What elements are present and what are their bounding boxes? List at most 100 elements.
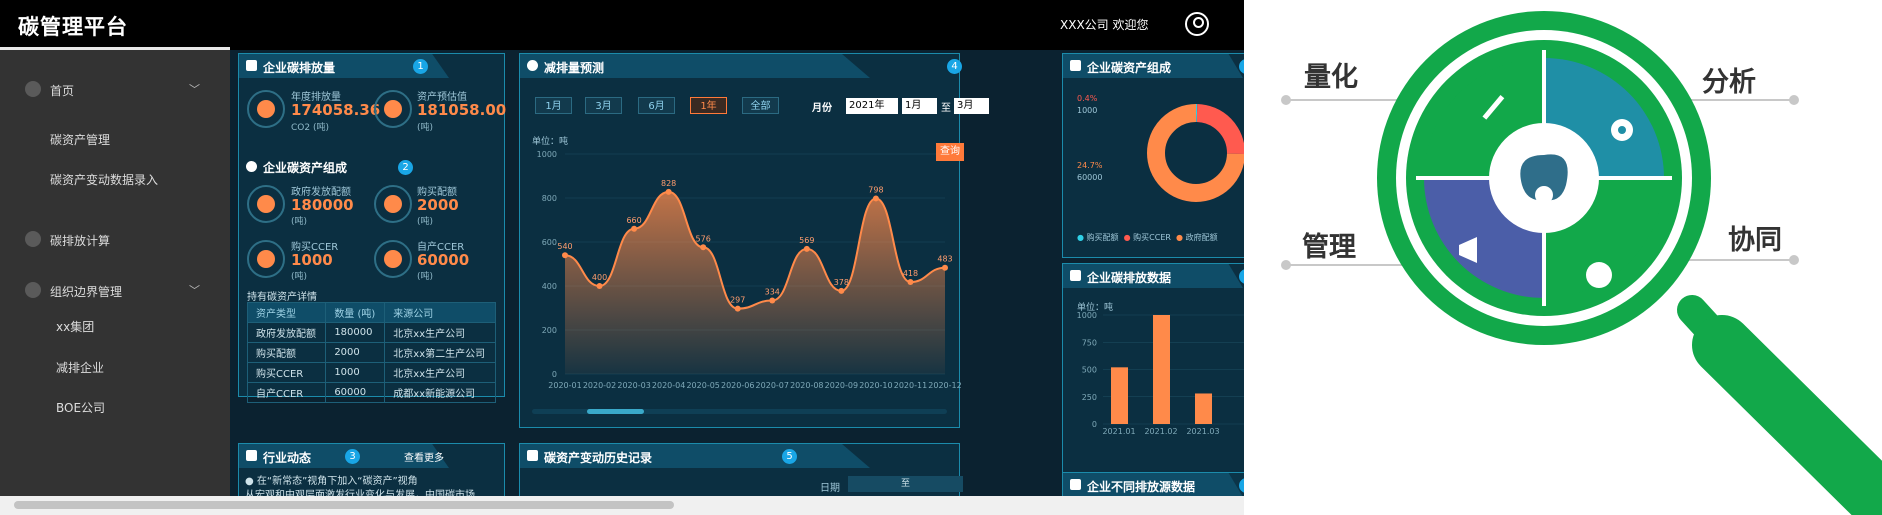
welcome-text: XXX公司 欢迎您 [1060, 18, 1149, 32]
date-range-input[interactable]: 至 [848, 476, 963, 492]
data-point [872, 195, 879, 202]
pie-label: 24.7% [1077, 161, 1103, 170]
y-tick-label: 800 [542, 194, 557, 203]
data-label: 400 [592, 273, 607, 282]
emission-bar-chart: 0 250 500 750 1000 2021.01 2021.02 2021.03 [1077, 311, 1244, 434]
chart-zoom-track[interactable] [532, 409, 947, 414]
y-tick-label: 200 [542, 326, 557, 335]
bar [1153, 315, 1170, 424]
column-header: 资产类型 [246, 302, 327, 323]
sidebar-subitem-boe[interactable]: BOE公司 [56, 399, 105, 416]
x-tick-label: 2020-12 [928, 381, 961, 390]
data-point [631, 225, 638, 232]
table-cell: 北京xx生产公司 [384, 362, 496, 383]
range-all-button[interactable]: 全部 [742, 97, 779, 114]
y-tick-label: 0 [552, 370, 557, 379]
metric-value: 174058.36 [291, 101, 381, 119]
history-panel: 碳资产变动历史记录 5 日期 至 [519, 443, 963, 496]
gov-quota-icon [247, 185, 285, 223]
pie-icon [246, 161, 257, 172]
range-6m-button[interactable]: 6月 [638, 97, 675, 114]
x-tick-label: 2020-06 [721, 381, 754, 390]
sidebar-subitem-asset-entry[interactable]: 碳资产变动数据录入 [50, 171, 158, 188]
metric-value: 180000 [291, 196, 354, 214]
composition-panel: 企业碳资产组成 6 0.4% 1000 24.7% 60000 ● 购买配额 ●… [1062, 53, 1244, 258]
date-label: 日期 [820, 483, 840, 494]
x-tick-label: 2021.01 [1102, 427, 1135, 434]
chevron-down-icon: ﹀ [189, 284, 200, 297]
panel-title: 企业碳资产组成 [263, 161, 348, 175]
x-tick-label: 2020-01 [548, 381, 581, 390]
table-cell: 北京xx生产公司 [384, 322, 496, 343]
legend-item: 购买配额 [1086, 233, 1119, 242]
from-month-select[interactable]: 1月 [902, 98, 937, 114]
panel-title: 减排量预测 [544, 61, 605, 75]
range-3m-button[interactable]: 3月 [585, 97, 622, 114]
x-tick-label: 2020-08 [790, 381, 823, 390]
data-label: 378 [834, 278, 849, 287]
promo-graphic: 量化 分析 管理 协同 [1244, 0, 1882, 515]
news-item[interactable]: 从宏观和中观层面激发行业变化与发展，中国碳市场 [245, 486, 475, 496]
x-tick-label: 2020-03 [617, 381, 650, 390]
data-point [942, 264, 948, 271]
x-tick-label: 2021.03 [1186, 427, 1219, 434]
chevron-down-icon: ﹀ [189, 83, 200, 96]
table-row: 政府发放配额 180000 北京xx生产公司 [246, 322, 496, 343]
query-button[interactable]: 查询 [936, 143, 964, 161]
chart-zoom-handle[interactable] [587, 409, 644, 414]
promo-word-analyze: 分析 [1702, 67, 1756, 98]
news-item[interactable]: ● 在“新常态”视角下加入“碳资产”视角 [245, 472, 418, 487]
data-label: 418 [903, 269, 918, 278]
x-tick-label: 2020-11 [894, 381, 927, 390]
panel-icon [246, 60, 257, 71]
bar [1111, 367, 1128, 424]
bar [1195, 393, 1212, 424]
estimate-icon [374, 90, 412, 128]
table-cell: 60000 [325, 382, 386, 403]
user-icon[interactable] [1185, 12, 1209, 36]
data-point [665, 188, 672, 195]
y-tick-label: 750 [1082, 338, 1097, 347]
dashboard-main: 企业碳排放量 1 年度排放量 174058.36 CO2 (吨) 资产预估值 1… [230, 50, 1244, 496]
sidebar-item-calc[interactable]: 碳排放计算 [0, 229, 230, 249]
pie-legend: ● 购买配额 ● 购买CCER ● 政府配额 [1077, 233, 1218, 242]
sidebar-item-org[interactable]: 组织边界管理 ﹀ [0, 280, 230, 300]
view-more-link[interactable]: 查看更多 [404, 449, 444, 464]
metric-unit: (吨) [417, 217, 434, 227]
table-row: 自产CCER 60000 成都xx新能源公司 [246, 382, 496, 403]
scrollbar-thumb[interactable] [14, 501, 674, 509]
horizontal-scrollbar[interactable] [0, 496, 1244, 515]
data-point [700, 244, 707, 251]
from-year-select[interactable]: 2021年 [846, 98, 898, 114]
app-title: 碳管理平台 [18, 15, 128, 39]
y-tick-label: 600 [542, 238, 557, 247]
panel-badge: 3 [345, 449, 360, 464]
emission-icon [247, 90, 285, 128]
to-month-select[interactable]: 3月 [954, 98, 989, 114]
table-cell: 自产CCER [246, 382, 327, 403]
promo-word-quantify: 量化 [1304, 62, 1358, 93]
sidebar-subitem-group[interactable]: xx集团 [56, 318, 94, 335]
sidebar-subitem-asset-mgmt[interactable]: 碳资产管理 [50, 131, 110, 148]
app-window: 碳管理平台 XXX公司 欢迎您 首页 ﹀ 碳资产管理 碳资产变动数据录入 碳排放… [0, 0, 1244, 496]
sidebar-subitem-reduction[interactable]: 减排企业 [56, 359, 104, 376]
sidebar-item-home[interactable]: 首页 ﹀ [0, 79, 230, 99]
pie-label: 1000 [1077, 106, 1098, 115]
data-label: 828 [661, 179, 676, 188]
y-tick-label: 1000 [1077, 311, 1097, 320]
table-cell: 1000 [325, 362, 386, 383]
range-1y-button[interactable]: 1年 [690, 97, 727, 114]
legend-item: 政府配额 [1185, 233, 1218, 242]
metric-value: 2000 [417, 196, 459, 214]
data-point [769, 297, 776, 304]
metric-value: 1000 [291, 251, 333, 269]
panel-title: 企业碳排放数据 [1087, 271, 1172, 285]
table-header-row: 资产类型 数量 (吨) 来源公司 [246, 302, 496, 323]
sidebar-item-label: 碳排放计算 [50, 234, 111, 248]
sidebar-item-label: 首页 [50, 84, 75, 98]
table-row: 购买配额 2000 北京xx第二生产公司 [246, 342, 496, 363]
range-1m-button[interactable]: 1月 [535, 97, 572, 114]
metric-unit: (吨) [291, 217, 308, 227]
table-cell: 政府发放配额 [246, 322, 327, 343]
column-header: 数量 (吨) [325, 302, 386, 323]
